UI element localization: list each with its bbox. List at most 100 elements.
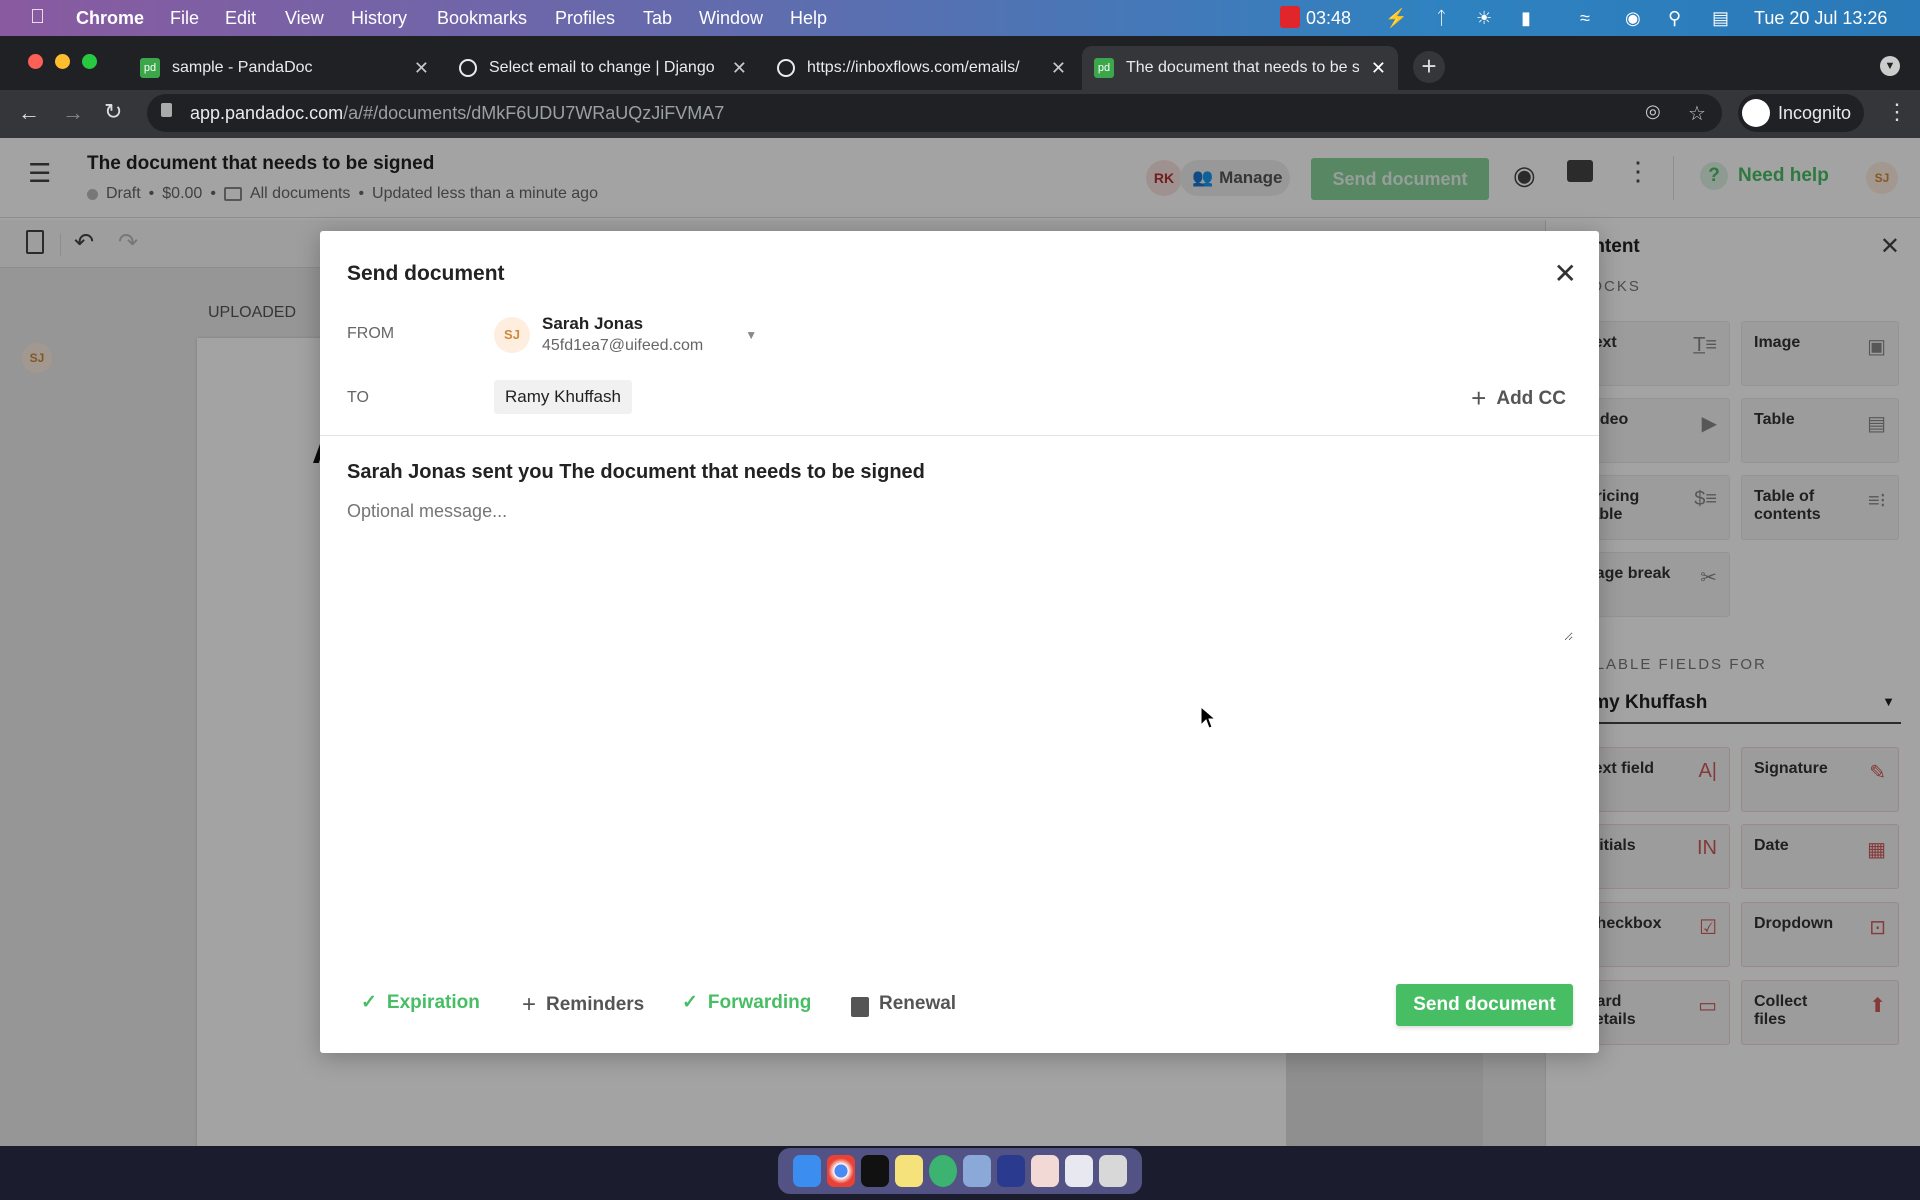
chrome-menu-icon[interactable]: ⋮ — [1886, 99, 1908, 125]
close-tab-icon[interactable]: ✕ — [1051, 58, 1066, 79]
globe-icon — [777, 59, 795, 77]
recorder-icon[interactable] — [1280, 6, 1300, 28]
preview-icon[interactable] — [963, 1155, 991, 1187]
forward-icon[interactable]: → — [62, 100, 84, 126]
menu-view[interactable]: View — [285, 8, 324, 29]
recorder-time: 03:48 — [1306, 8, 1352, 28]
tab-inboxflows[interactable]: https://inboxflows.com/emails/ ✕ — [765, 46, 1078, 90]
bookmark-star-icon[interactable]: ☆ — [1688, 101, 1706, 126]
tab-title: The document that needs to be signed — [1126, 59, 1359, 76]
tab-search-icon[interactable]: ▼ — [1880, 56, 1900, 76]
to-label: TO — [347, 389, 369, 406]
tab-active-document[interactable]: pd The document that needs to be signed ✕ — [1082, 46, 1398, 90]
check-icon: ✓ — [361, 992, 377, 1013]
message-textarea[interactable] — [347, 501, 1573, 641]
menu-chrome[interactable]: Chrome — [76, 8, 144, 29]
control-center-icon[interactable]: ▤ — [1712, 8, 1729, 29]
close-window-button[interactable] — [28, 54, 43, 69]
back-icon[interactable]: ← — [18, 100, 40, 126]
close-tab-icon[interactable]: ✕ — [414, 58, 429, 79]
add-cc-label: Add CC — [1496, 387, 1566, 409]
minimize-window-button[interactable] — [55, 54, 70, 69]
incognito-icon — [1742, 99, 1770, 127]
menu-profiles[interactable]: Profiles — [555, 8, 615, 29]
trash-icon[interactable] — [1099, 1155, 1127, 1187]
recipient-chip[interactable]: Ramy Khuffash — [494, 380, 632, 414]
add-cc-button[interactable]: + Add CC — [1471, 383, 1566, 414]
close-icon[interactable]: ✕ — [1554, 257, 1577, 290]
chevron-down-icon: ▼ — [745, 327, 758, 342]
address-toolbar: ← → ↻ app.pandadoc.com/a/#/documents/dMk… — [0, 90, 1920, 138]
menu-tab[interactable]: Tab — [643, 8, 672, 29]
apple-icon[interactable]:  — [30, 6, 45, 29]
tab-title: Select email to change | Django — [489, 59, 715, 76]
sender-select[interactable]: SJ Sarah Jonas 45fd1ea7@uifeed.com ▼ — [494, 314, 757, 355]
url-host: app.pandadoc.com — [190, 103, 344, 123]
incognito-profile-button[interactable]: Incognito — [1738, 94, 1864, 132]
sender-avatar: SJ — [494, 316, 530, 353]
user-icon[interactable]: ◉ — [1625, 8, 1641, 29]
maximize-window-button[interactable] — [82, 54, 97, 69]
from-label: FROM — [347, 325, 395, 342]
divider — [320, 435, 1599, 436]
option-label: Expiration — [386, 991, 480, 1013]
document-icon[interactable] — [1031, 1155, 1059, 1187]
url-path: /a/#/documents/dMkF6UDU7WRaUQzJiFVMA7 — [343, 103, 725, 123]
atom-icon[interactable] — [929, 1155, 957, 1187]
plus-icon: + — [522, 991, 537, 1018]
plus-icon: + — [1471, 383, 1487, 413]
terminal-icon[interactable] — [861, 1155, 889, 1187]
menu-file[interactable]: File — [170, 8, 199, 29]
forwarding-option[interactable]: ✓ Forwarding — [682, 991, 811, 1014]
send-document-button[interactable]: Send document — [1396, 984, 1573, 1026]
reminders-option[interactable]: + Reminders — [522, 991, 644, 1019]
finder-icon[interactable] — [793, 1155, 821, 1187]
sender-name: Sarah Jonas — [542, 314, 644, 333]
bluetooth-icon[interactable]: ᛏ — [1436, 8, 1447, 29]
wifi-icon[interactable]: ≈ — [1580, 8, 1590, 29]
modal-title: Send document — [347, 262, 505, 285]
spotlight-icon[interactable]: ⚲ — [1668, 8, 1681, 29]
menu-window[interactable]: Window — [699, 8, 763, 29]
menu-bookmarks[interactable]: Bookmarks — [437, 8, 527, 29]
tab-title: https://inboxflows.com/emails/ — [807, 59, 1020, 76]
reload-icon[interactable]: ↻ — [104, 99, 122, 125]
new-tab-button[interactable]: + — [1413, 51, 1445, 83]
tab-sample-pandadoc[interactable]: pd sample - PandaDoc ✕ — [128, 46, 441, 90]
browser-window: pd sample - PandaDoc ✕ Select email to cha… — [0, 36, 1920, 138]
lock-icon[interactable] — [161, 103, 172, 117]
option-label: Reminders — [546, 994, 645, 1015]
url-text[interactable]: app.pandadoc.com/a/#/documents/dMkF6UDU7… — [190, 103, 724, 124]
eye-off-icon[interactable]: ◎ — [1645, 101, 1661, 122]
option-label: Renewal — [879, 993, 957, 1014]
close-tab-icon[interactable]: ✕ — [1371, 58, 1386, 79]
macos-dock — [778, 1148, 1142, 1194]
email-subject[interactable]: Sarah Jonas sent you The document that n… — [347, 461, 925, 484]
lock-icon — [851, 997, 869, 1017]
clock[interactable]: Tue 20 Jul 13:26 — [1754, 8, 1887, 29]
battery-icon[interactable]: ▮ — [1521, 8, 1531, 29]
pandadoc-icon: pd — [1094, 58, 1114, 78]
reeder-icon[interactable] — [997, 1155, 1025, 1187]
macos-menu-bar:  Chrome File Edit View History Bookmark… — [0, 0, 1920, 36]
sender-email: 45fd1ea7@uifeed.com — [542, 337, 704, 354]
notes-icon[interactable] — [895, 1155, 923, 1187]
pandadoc-icon: pd — [140, 58, 160, 78]
menu-history[interactable]: History — [351, 8, 407, 29]
mouse-cursor-icon — [1200, 706, 1216, 729]
renewal-option[interactable]: Renewal — [851, 991, 956, 1017]
brightness-icon[interactable]: ☀ — [1476, 8, 1492, 29]
check-icon: ✓ — [682, 992, 698, 1013]
tab-django-admin[interactable]: Select email to change | Django ✕ — [447, 46, 759, 90]
bolt-icon[interactable]: ⚡ — [1385, 8, 1407, 29]
send-document-modal: Send document ✕ FROM SJ Sarah Jonas 45fd1… — [320, 231, 1599, 1053]
close-tab-icon[interactable]: ✕ — [732, 58, 747, 79]
menu-help[interactable]: Help — [790, 8, 827, 29]
chrome-icon[interactable] — [827, 1155, 855, 1187]
expiration-option[interactable]: ✓ Expiration — [361, 991, 480, 1014]
menu-edit[interactable]: Edit — [225, 8, 256, 29]
address-bar[interactable]: app.pandadoc.com/a/#/documents/dMkF6UDU7… — [147, 94, 1722, 132]
screenshot-icon[interactable] — [1065, 1155, 1093, 1187]
option-label: Forwarding — [707, 991, 812, 1013]
globe-icon — [459, 59, 477, 77]
